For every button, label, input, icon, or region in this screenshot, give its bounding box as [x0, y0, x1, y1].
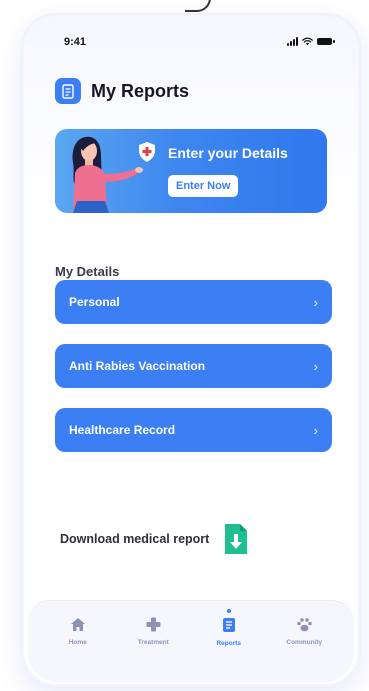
report-icon: [55, 78, 81, 104]
chevron-right-icon: ›: [313, 422, 318, 438]
medical-shield-icon: [137, 141, 157, 163]
bottom-navigation: Home Treatment Reports Community: [28, 600, 354, 682]
reports-icon: [222, 618, 235, 632]
nav-home[interactable]: Home: [48, 617, 108, 646]
details-item-label: Anti Rabies Vaccination: [69, 359, 206, 373]
nav-treatment[interactable]: Treatment: [123, 617, 183, 646]
nav-label: Reports: [216, 640, 242, 647]
nav-label: Community: [286, 639, 323, 646]
download-medical-report-button[interactable]: Download medical report: [60, 522, 249, 556]
details-item-label: Healthcare Record: [69, 423, 176, 437]
app-screen: 9:41 My Reports Enter your Details Enter…: [0, 0, 369, 691]
chevron-right-icon: ›: [313, 358, 318, 374]
plus-icon: [146, 617, 161, 632]
home-icon: [70, 618, 85, 631]
nav-label: Treatment: [137, 639, 169, 646]
download-label: Download medical report: [60, 532, 210, 546]
active-indicator-dot: [226, 609, 231, 613]
nav-reports[interactable]: Reports: [199, 609, 259, 647]
download-file-icon: [225, 524, 248, 554]
details-item-healthcare-record[interactable]: Healthcare Record ›: [55, 408, 332, 452]
page-title: My Reports: [91, 80, 190, 101]
details-item-anti-rabies-vaccination[interactable]: Anti Rabies Vaccination ›: [55, 344, 332, 388]
hanging-line-decoration: [185, 0, 211, 12]
paw-icon: [296, 618, 312, 632]
battery-icon: [317, 38, 335, 45]
nav-community[interactable]: Community: [274, 617, 334, 646]
signal-icon: [287, 37, 298, 46]
chevron-right-icon: ›: [313, 294, 318, 310]
details-banner: Enter your Details Enter Now: [55, 129, 327, 213]
details-item-label: Personal: [69, 295, 120, 309]
section-title: My Details: [55, 264, 120, 279]
details-item-personal[interactable]: Personal ›: [55, 280, 332, 324]
status-time: 9:41: [64, 36, 87, 48]
banner-title: Enter your Details: [168, 145, 288, 161]
wifi-icon: [302, 37, 313, 46]
page-header: My Reports: [55, 78, 189, 104]
nav-label: Home: [68, 639, 87, 646]
status-icons: [287, 37, 335, 46]
phone-frame: 9:41 My Reports Enter your Details Enter…: [22, 14, 360, 686]
enter-now-button[interactable]: Enter Now: [168, 175, 239, 197]
woman-illustration: [72, 136, 143, 213]
